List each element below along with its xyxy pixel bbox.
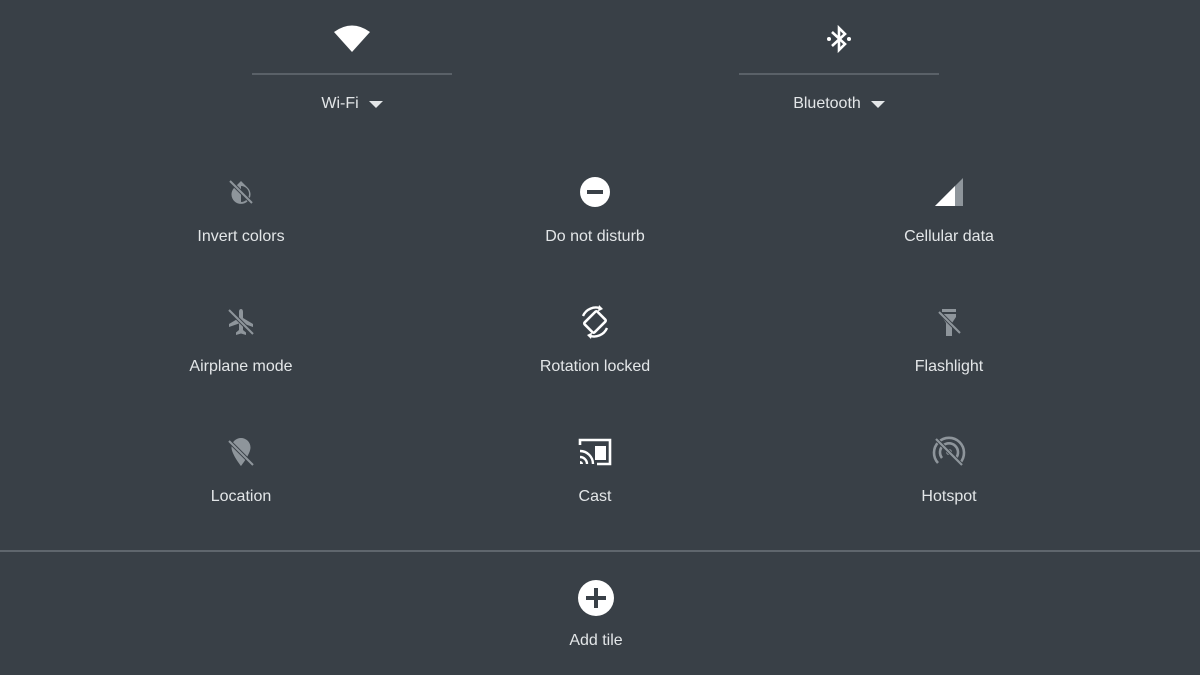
hotspot-off-icon	[929, 432, 969, 472]
cellular-signal-icon	[929, 172, 969, 212]
cast-icon	[575, 432, 615, 472]
chevron-down-icon	[870, 100, 885, 108]
tile-invert-colors[interactable]: Invert colors	[141, 172, 341, 272]
add-tile-label: Add tile	[569, 632, 623, 649]
invert-colors-off-icon	[221, 172, 261, 212]
tile-label: Location	[210, 488, 272, 505]
quick-settings-panel: Wi-Fi Bluetooth Invert colors Do not dis…	[0, 0, 1200, 675]
wifi-icon	[332, 22, 372, 56]
location-off-icon	[221, 432, 261, 472]
tile-rotation-locked[interactable]: Rotation locked	[495, 302, 695, 402]
tile-label: Do not disturb	[545, 228, 645, 245]
tile-label: Invert colors	[197, 228, 285, 245]
wifi-dropdown[interactable]: Wi-Fi	[321, 95, 383, 113]
section-divider	[0, 550, 1200, 552]
add-circle-icon	[576, 578, 616, 618]
airplane-off-icon	[221, 302, 261, 342]
tile-label: Flashlight	[914, 358, 984, 375]
flashlight-off-icon	[929, 302, 969, 342]
screen-rotation-icon	[575, 302, 615, 342]
add-tile-button[interactable]: Add tile	[496, 578, 696, 668]
wifi-tile[interactable]: Wi-Fi	[252, 0, 452, 130]
tile-label: Airplane mode	[189, 358, 293, 375]
tile-do-not-disturb[interactable]: Do not disturb	[495, 172, 695, 272]
bluetooth-dropdown[interactable]: Bluetooth	[793, 95, 885, 113]
bluetooth-icon	[819, 22, 859, 56]
tile-flashlight[interactable]: Flashlight	[849, 302, 1049, 402]
bluetooth-divider	[739, 73, 939, 75]
tile-label: Cast	[578, 488, 612, 505]
tile-location[interactable]: Location	[141, 432, 341, 532]
tile-label: Rotation locked	[539, 358, 651, 375]
do-not-disturb-icon	[575, 172, 615, 212]
tile-cellular-data[interactable]: Cellular data	[849, 172, 1049, 272]
wifi-divider	[252, 73, 452, 75]
bluetooth-tile[interactable]: Bluetooth	[739, 0, 939, 130]
tile-airplane-mode[interactable]: Airplane mode	[141, 302, 341, 402]
chevron-down-icon	[368, 100, 383, 108]
tile-hotspot[interactable]: Hotspot	[849, 432, 1049, 532]
tile-cast[interactable]: Cast	[495, 432, 695, 532]
wifi-label: Wi-Fi	[321, 95, 359, 112]
bluetooth-label: Bluetooth	[793, 95, 861, 112]
tile-label: Hotspot	[921, 488, 977, 505]
tile-label: Cellular data	[904, 228, 994, 245]
